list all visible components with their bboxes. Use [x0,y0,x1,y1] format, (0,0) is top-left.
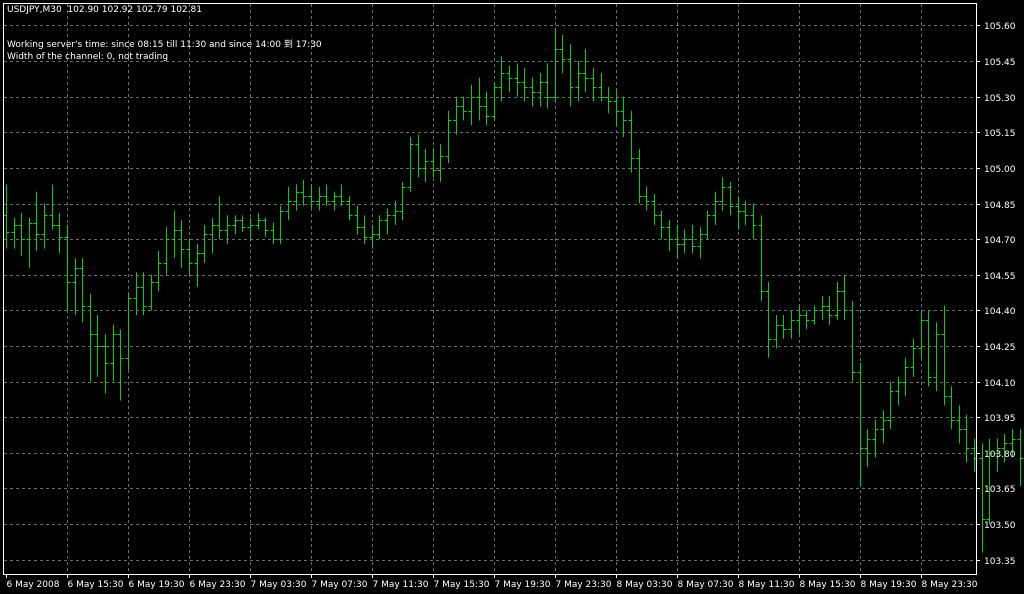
time-tick-label: 7 May 19:30 [495,580,551,590]
time-tick-label: 7 May 23:30 [556,580,612,590]
chart-background [0,0,1024,594]
channel-width-label: Width of the channel: 0, not trading [7,52,169,62]
time-tick-label: 6 May 23:30 [190,580,246,590]
time-tick-label: 8 May 15:30 [800,580,856,590]
time-tick-label: 8 May 23:30 [922,580,978,590]
price-chart[interactable]: 105.60 105.45 105.30 105.15 105.00 104.85 104.… [0,0,1024,594]
time-tick-label: 8 May 19:30 [861,580,917,590]
price-tick-label: 104.40 [984,307,1016,317]
price-tick-label: 103.80 [984,450,1016,460]
time-tick-label: 7 May 15:30 [434,580,490,590]
price-tick-label: 104.70 [984,236,1016,246]
time-tick-label: 6 May 19:30 [129,580,185,590]
price-tick-label: 105.45 [984,58,1016,68]
time-tick-label: 7 May 07:30 [312,580,368,590]
time-tick-label: 7 May 03:30 [251,580,307,590]
price-tick-label: 103.50 [984,521,1016,531]
price-tick-label: 105.30 [984,94,1016,104]
price-tick-label: 105.15 [984,129,1016,139]
price-tick-label: 105.60 [984,22,1016,32]
symbol-info-label: USDJPY,M30 102.90 102.92 102.79 102.81 [7,5,202,15]
time-tick-label: 6 May 15:30 [68,580,124,590]
price-tick-label: 103.65 [984,485,1016,495]
price-tick-label: 104.25 [984,343,1016,353]
time-tick-label: 6 May 2008 [7,580,60,590]
time-tick-label: 8 May 11:30 [739,580,795,590]
time-tick-label: 7 May 11:30 [373,580,429,590]
price-tick-label: 105.00 [984,165,1016,175]
price-tick-label: 104.55 [984,272,1016,282]
price-tick-label: 104.10 [984,379,1016,389]
time-tick-label: 8 May 03:30 [617,580,673,590]
price-tick-label: 104.85 [984,201,1016,211]
server-time-label: Working server's time: since 08:15 till … [7,40,322,50]
time-tick-label: 8 May 07:30 [678,580,734,590]
price-tick-label: 103.35 [984,557,1016,567]
price-tick-label: 103.95 [984,414,1016,424]
